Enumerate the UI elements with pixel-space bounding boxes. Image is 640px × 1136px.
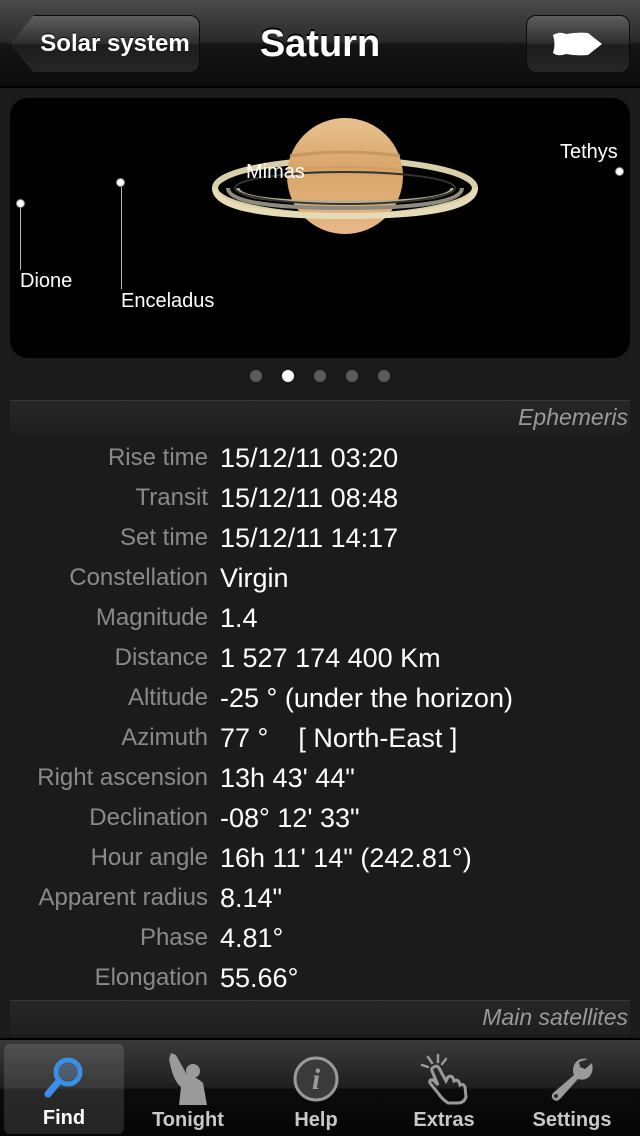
ephemeris-row-set-time: Set time 15/12/11 14:17 [0, 518, 640, 558]
ephemeris-row-rise-time: Rise time 15/12/11 03:20 [0, 438, 640, 478]
ephemeris-row-distance: Distance 1 527 174 400 Km [0, 638, 640, 678]
page-title: Saturn [259, 22, 381, 65]
ephemeris-row-hour-angle: Hour angle 16h 11' 14" (242.81°) [0, 838, 640, 878]
row-value: 15/12/11 03:20 [220, 442, 399, 473]
moon-dione-line [20, 208, 21, 270]
section-header-ephemeris: Ephemeris [10, 400, 630, 434]
row-label: Hour angle [90, 844, 208, 871]
tab-help[interactable]: i Help [252, 1040, 380, 1136]
stargazer-icon [160, 1051, 216, 1107]
tap-hand-icon [416, 1051, 472, 1107]
row-label: Elongation [94, 964, 208, 991]
row-label: Rise time [107, 444, 208, 471]
row-label: Declination [89, 804, 208, 831]
page-dot[interactable] [346, 370, 358, 382]
page-dot-current[interactable] [282, 370, 294, 382]
tab-label: Tonight [152, 1109, 224, 1131]
tab-settings[interactable]: Settings [508, 1040, 636, 1136]
navigation-bar: Solar system Saturn [0, 0, 640, 88]
row-value: 1.4 [220, 602, 258, 633]
ephemeris-row-altitude: Altitude -25 ° (under the horizon) [0, 678, 640, 718]
page-control[interactable] [0, 370, 640, 386]
tab-extras[interactable]: Extras [380, 1040, 508, 1136]
wrench-icon [544, 1051, 600, 1107]
tab-label: Settings [532, 1109, 612, 1131]
row-label: Transit [135, 484, 208, 511]
moon-dione-marker[interactable] [16, 199, 25, 208]
row-value: 16h 11' 14" (242.81°) [220, 842, 472, 873]
row-label: Azimuth [121, 724, 208, 751]
section-header-main-satellites: Main satellites [10, 1000, 630, 1034]
ephemeris-row-elongation: Elongation 55.66° [0, 958, 640, 998]
magnifier-icon [36, 1049, 92, 1105]
row-value: 1 527 174 400 Km [220, 642, 441, 673]
row-label: Magnitude [95, 604, 208, 631]
tab-find[interactable]: Find [4, 1044, 124, 1134]
tab-label: Help [294, 1109, 338, 1131]
moon-label-tethys[interactable]: Tethys [560, 141, 618, 164]
ephemeris-row-transit: Transit 15/12/11 08:48 [0, 478, 640, 518]
row-value: 15/12/11 08:48 [220, 482, 399, 513]
info-icon: i [288, 1051, 344, 1107]
tab-bar: Find Tonight i Help Extras Settings [0, 1038, 640, 1136]
row-value: 8.14" [220, 882, 283, 913]
row-value: -08° 12' 33" [220, 802, 360, 833]
moon-label-dione[interactable]: Dione [20, 270, 72, 293]
tab-label: Extras [413, 1109, 475, 1131]
row-label: Distance [114, 644, 208, 671]
forward-button[interactable] [526, 15, 630, 73]
arrow-right-icon [553, 32, 602, 56]
row-label: Phase [139, 924, 208, 951]
tab-tonight[interactable]: Tonight [124, 1040, 252, 1136]
moon-label-mimas[interactable]: Mimas [246, 161, 305, 184]
moon-label-enceladus[interactable]: Enceladus [121, 290, 214, 313]
page-dot[interactable] [378, 370, 390, 382]
svg-text:i: i [312, 1063, 321, 1096]
ephemeris-row-magnitude: Magnitude 1.4 [0, 598, 640, 638]
row-value: Virgin [220, 562, 289, 593]
moon-enceladus-line [121, 187, 122, 289]
moon-tethys-marker[interactable] [615, 167, 624, 176]
row-value: -25 ° (under the horizon) [220, 682, 513, 713]
row-label: Right ascension [37, 764, 208, 791]
row-value: 13h 43' 44" [220, 762, 355, 793]
moon-enceladus-marker[interactable] [116, 178, 125, 187]
row-label: Set time [119, 524, 208, 551]
row-value: 77 ° [ North-East ] [220, 722, 458, 753]
ephemeris-row-apparent-radius: Apparent radius 8.14" [0, 878, 640, 918]
row-value: 55.66° [220, 962, 299, 993]
back-button[interactable]: Solar system [10, 15, 200, 73]
page-dot[interactable] [250, 370, 262, 382]
page-dot[interactable] [314, 370, 326, 382]
ephemeris-list: Rise time 15/12/11 03:20 Transit 15/12/11 … [0, 438, 640, 998]
ephemeris-row-phase: Phase 4.81° [0, 918, 640, 958]
row-label: Altitude [127, 684, 208, 711]
ephemeris-row-right-ascension: Right ascension 13h 43' 44" [0, 758, 640, 798]
tab-label: Find [42, 1107, 86, 1129]
ephemeris-row-constellation: Constellation Virgin [0, 558, 640, 598]
sky-view[interactable]: Dione Enceladus Mimas Tethys [10, 98, 630, 358]
row-value: 15/12/11 14:17 [220, 522, 399, 553]
row-label: Constellation [69, 564, 208, 591]
ephemeris-row-declination: Declination -08° 12' 33" [0, 798, 640, 838]
row-value: 4.81° [220, 922, 284, 953]
row-label: Apparent radius [38, 884, 208, 911]
ephemeris-row-azimuth: Azimuth 77 ° [ North-East ] [0, 718, 640, 758]
